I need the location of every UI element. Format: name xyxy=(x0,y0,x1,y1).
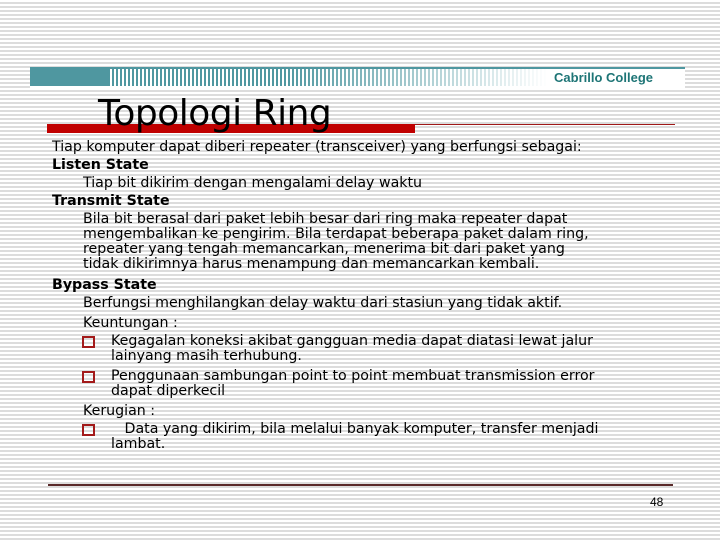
hollow-square-bullet-icon xyxy=(82,336,95,348)
advantage-text: dapat diperkecil xyxy=(111,383,226,399)
disadvantage-text: lambat. xyxy=(111,436,166,452)
advantage-item: Penggunaan sambungan point to point memb… xyxy=(52,367,692,399)
intro-text: Tiap komputer dapat diberi repeater (tra… xyxy=(52,139,582,155)
title-underline-rule xyxy=(415,124,675,125)
advantages-label: Keuntungan : xyxy=(83,315,178,331)
section-heading-transmit: Transmit State xyxy=(52,193,170,209)
brand-label: Cabrillo College xyxy=(554,70,653,85)
section-text: tidak dikirimnya harus menampung dan mem… xyxy=(83,256,540,272)
advantage-text: lainyang masih terhubung. xyxy=(111,348,302,364)
advantage-text: Kegagalan koneksi akibat gangguan media … xyxy=(111,333,593,349)
header-accent-block xyxy=(30,69,108,86)
section-text: Bila bit berasal dari paket lebih besar … xyxy=(83,211,568,227)
page-number: 48 xyxy=(650,495,664,509)
section-text: Tiap bit dikirim dengan mengalami delay … xyxy=(83,175,423,191)
section-heading-bypass: Bypass State xyxy=(52,277,157,293)
disadvantages-label: Kerugian : xyxy=(83,403,156,419)
section-text: repeater yang tengah memancarkan, meneri… xyxy=(83,241,565,257)
section-text: mengembalikan ke pengirim. Bila terdapat… xyxy=(83,226,589,242)
slide-title: Topologi Ring xyxy=(98,93,332,134)
disadvantage-text: Data yang dikirim, bila melalui banyak k… xyxy=(111,421,599,437)
advantage-text: Penggunaan sambungan point to point memb… xyxy=(111,368,595,384)
footer-rule xyxy=(48,484,673,486)
advantage-item: Kegagalan koneksi akibat gangguan media … xyxy=(52,332,692,364)
hollow-square-bullet-icon xyxy=(82,424,95,436)
header-stripe-pattern xyxy=(108,69,548,86)
section-heading-listen: Listen State xyxy=(52,157,149,173)
disadvantage-item: Data yang dikirim, bila melalui banyak k… xyxy=(52,420,692,452)
section-text: Berfungsi menghilangkan delay waktu dari… xyxy=(83,295,563,311)
header-bar: Cabrillo College xyxy=(30,67,685,88)
hollow-square-bullet-icon xyxy=(82,371,95,383)
slide-body: Tiap komputer dapat diberi repeater (tra… xyxy=(52,138,692,452)
